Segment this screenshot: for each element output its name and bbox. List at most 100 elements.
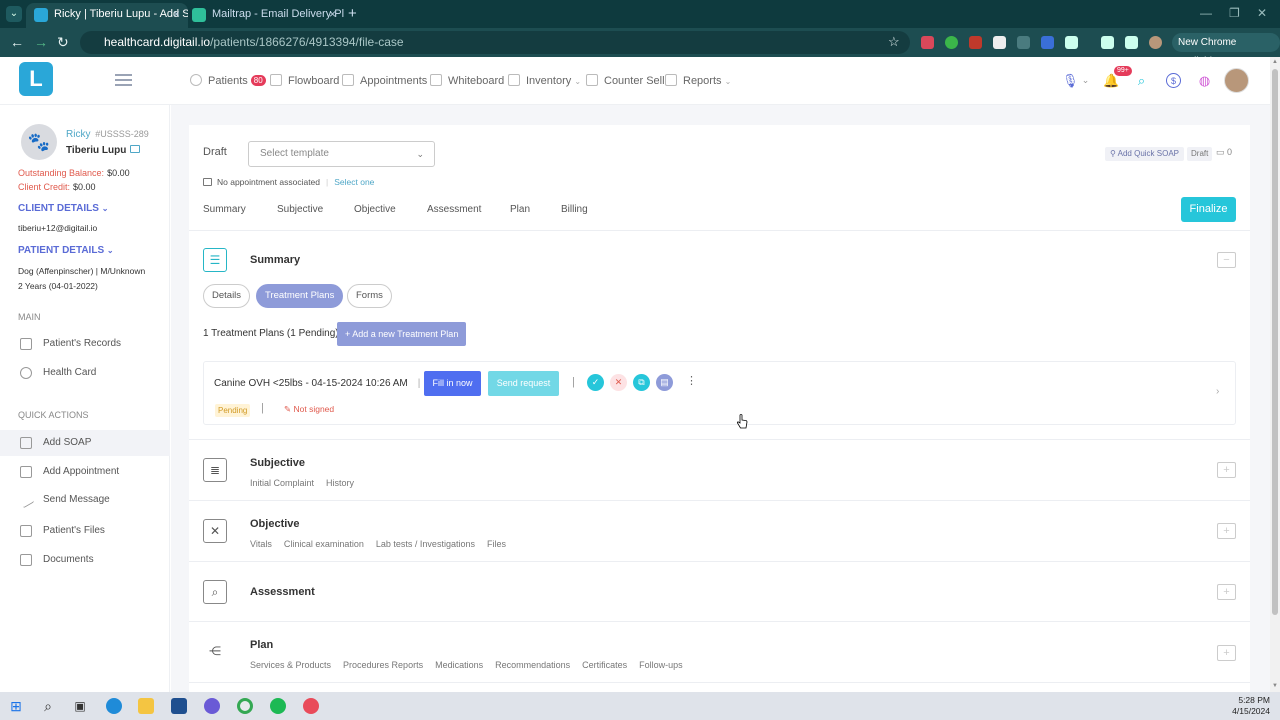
add-quick-soap-button[interactable]: ⚲ Add Quick SOAP <box>1105 147 1184 161</box>
dollar-icon[interactable]: $ <box>1166 73 1181 88</box>
bookmark-star-icon[interactable]: ☆ <box>888 34 900 50</box>
profile-avatar-icon[interactable] <box>1149 36 1162 49</box>
fill-in-now-button[interactable]: Fill in now <box>424 371 481 396</box>
nav-whiteboard[interactable]: Whiteboard <box>430 74 504 87</box>
hamburger-menu-icon[interactable] <box>115 74 132 86</box>
extension-icon[interactable] <box>969 36 982 49</box>
spotify-icon[interactable] <box>270 698 286 714</box>
extensions-puzzle-icon[interactable] <box>1065 36 1078 49</box>
link-procedures-reports[interactable]: Procedures Reports <box>343 660 423 670</box>
expand-subjective-icon[interactable]: + <box>1217 462 1236 478</box>
add-treatment-plan-button[interactable]: + Add a new Treatment Plan <box>337 322 467 346</box>
reject-x-icon[interactable]: ✕ <box>610 374 627 391</box>
tab-search-icon[interactable]: ⌄ <box>6 6 22 22</box>
nav-reports[interactable]: Reports ⌄ <box>665 74 731 87</box>
chat-icon[interactable]: ◍ <box>1197 73 1212 88</box>
tab-assessment[interactable]: Assessment <box>427 204 481 215</box>
expand-objective-icon[interactable]: + <box>1217 523 1236 539</box>
link-clinical-examination[interactable]: Clinical examination <box>284 539 364 549</box>
side-panel-icon[interactable] <box>1125 36 1138 49</box>
comments-button[interactable]: ▭ 0 <box>1216 147 1232 158</box>
page-scrollbar[interactable]: ▲ ▼ <box>1270 57 1280 692</box>
microphone-icon[interactable]: 🎙 <box>1062 73 1079 88</box>
sidebar-item-patients-records[interactable]: Patient's Records <box>0 331 170 357</box>
app-icon[interactable] <box>303 698 319 714</box>
link-initial-complaint[interactable]: Initial Complaint <box>250 478 314 488</box>
id-card-icon[interactable] <box>130 145 141 153</box>
link-services-products[interactable]: Services & Products <box>250 660 331 670</box>
reading-list-icon[interactable] <box>1101 36 1114 49</box>
system-clock[interactable]: 5:28 PM 4/15/2024 <box>1232 695 1270 717</box>
back-icon[interactable]: ← <box>10 34 24 50</box>
user-avatar[interactable] <box>1224 68 1249 93</box>
extension-icon[interactable] <box>1017 36 1030 49</box>
minimize-icon[interactable]: — <box>1200 6 1212 20</box>
sidebar-item-patients-files[interactable]: Patient's Files <box>0 518 170 544</box>
link-follow-ups[interactable]: Follow-ups <box>639 660 683 670</box>
client-details-toggle[interactable]: CLIENT DETAILS ⌄ <box>18 203 108 214</box>
edge-icon[interactable] <box>106 698 122 714</box>
link-lab-tests[interactable]: Lab tests / Investigations <box>376 539 475 549</box>
template-select[interactable]: Select template ⌄ <box>248 141 435 167</box>
close-icon[interactable]: × <box>173 3 180 26</box>
link-recommendations[interactable]: Recommendations <box>495 660 570 670</box>
scroll-up-icon[interactable]: ▲ <box>1272 59 1278 65</box>
nav-appointments[interactable]: Appointments <box>342 74 427 87</box>
pill-details[interactable]: Details <box>203 284 251 308</box>
pill-treatment-plans[interactable]: Treatment Plans <box>256 284 344 308</box>
new-tab-icon[interactable]: + <box>348 5 357 22</box>
nav-counter-sell[interactable]: Counter Sell <box>586 74 665 87</box>
chrome-update-button[interactable]: New Chrome available <box>1172 33 1280 67</box>
sidebar-item-health-card[interactable]: Health Card <box>0 360 170 386</box>
notion-extension-icon[interactable] <box>993 36 1006 49</box>
extension-icon[interactable] <box>945 36 958 49</box>
expand-plan-icon[interactable]: + <box>1217 645 1236 661</box>
tab-summary[interactable]: Summary <box>203 204 246 215</box>
link-history[interactable]: History <box>326 478 354 488</box>
tab-mailtrap[interactable]: Mailtrap - Email Delivery Platfo × <box>184 3 344 28</box>
scrollbar-thumb[interactable] <box>1272 69 1278 615</box>
reload-icon[interactable]: ↻ <box>57 34 69 51</box>
window-close-icon[interactable]: ✕ <box>1257 6 1267 20</box>
expand-assessment-icon[interactable]: + <box>1217 584 1236 600</box>
more-options-icon[interactable]: ⋮ <box>686 374 697 387</box>
app-icon[interactable] <box>204 698 220 714</box>
link-vitals[interactable]: Vitals <box>250 539 272 549</box>
close-icon[interactable]: × <box>329 3 336 26</box>
sidebar-item-add-appointment[interactable]: Add Appointment <box>0 459 170 485</box>
copy-icon[interactable]: ⧉ <box>633 374 650 391</box>
nav-patients[interactable]: Patients 80 <box>190 74 266 87</box>
task-view-icon[interactable]: ▣ <box>72 698 88 714</box>
store-icon[interactable] <box>171 698 187 714</box>
sidebar-item-documents[interactable]: Documents <box>0 547 170 573</box>
nav-flowboard[interactable]: Flowboard <box>270 74 339 87</box>
patient-details-toggle[interactable]: PATIENT DETAILS ⌄ <box>18 245 114 256</box>
pocket-extension-icon[interactable] <box>921 36 934 49</box>
chrome-icon[interactable] <box>237 698 253 714</box>
select-appointment-link[interactable]: Select one <box>334 177 374 187</box>
forward-icon[interactable]: → <box>34 34 48 50</box>
link-certificates[interactable]: Certificates <box>582 660 627 670</box>
sidebar-item-add-soap[interactable]: Add SOAP <box>0 430 170 456</box>
pill-forms[interactable]: Forms <box>347 284 392 308</box>
chevron-down-icon[interactable]: ⌄ <box>1078 73 1093 88</box>
digitail-logo[interactable]: L <box>19 62 53 96</box>
url-field[interactable]: healthcard.digitail.io/patients/1866276/… <box>80 31 910 54</box>
tab-subjective[interactable]: Subjective <box>277 204 323 215</box>
tab-billing[interactable]: Billing <box>561 204 588 215</box>
restore-icon[interactable]: ❐ <box>1229 6 1240 20</box>
pet-name[interactable]: Ricky #USSSS-289 <box>66 129 149 140</box>
sidebar-item-send-message[interactable]: Send Message <box>0 487 170 513</box>
tab-objective[interactable]: Objective <box>354 204 396 215</box>
treatment-plan-card[interactable]: Canine OVH <25lbs - 04-15-2024 10:26 AM |… <box>203 361 1236 425</box>
send-request-button[interactable]: Send request <box>488 371 559 396</box>
finalize-button[interactable]: Finalize <box>1181 197 1236 222</box>
document-icon[interactable]: ▤ <box>656 374 673 391</box>
search-icon[interactable]: ⌕ <box>1134 73 1149 88</box>
windows-start-icon[interactable]: ⊞ <box>8 698 24 714</box>
approve-check-icon[interactable]: ✓ <box>587 374 604 391</box>
search-icon[interactable]: ⌕ <box>40 698 56 714</box>
link-files[interactable]: Files <box>487 539 506 549</box>
collapse-summary-icon[interactable]: − <box>1217 252 1236 268</box>
scroll-down-icon[interactable]: ▼ <box>1272 683 1278 689</box>
